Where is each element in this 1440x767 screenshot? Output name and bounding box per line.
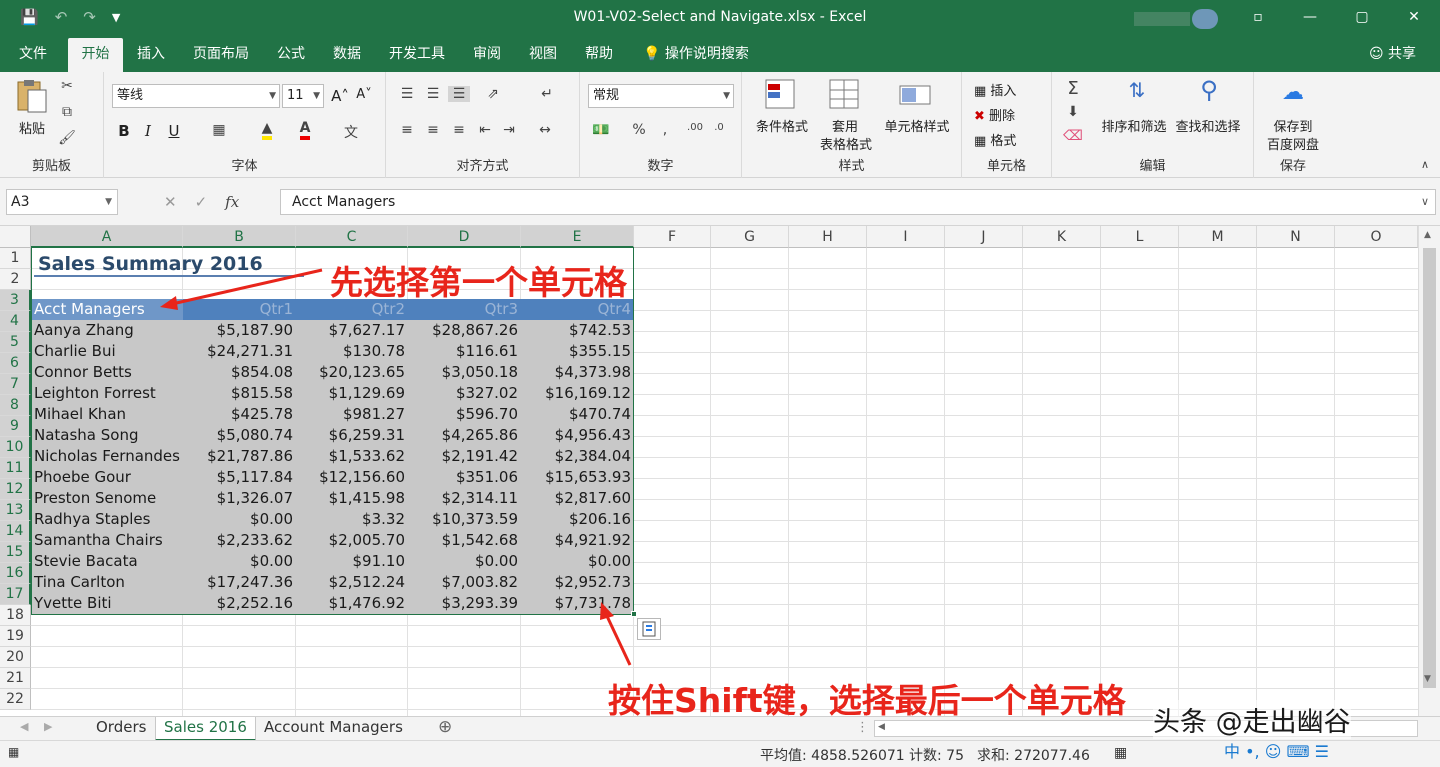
annotation-first-cell: 先选择第一个单元格 [330,263,627,302]
ime-toolbar: 中 •, ☺ ⌨ ☰ [1224,742,1329,761]
annotation-last-cell: 按住Shift键，选择最后一个单元格 [608,681,1126,720]
watermark: 头条 @走出幽谷 [1153,700,1351,739]
annotation-arrows [160,268,632,666]
